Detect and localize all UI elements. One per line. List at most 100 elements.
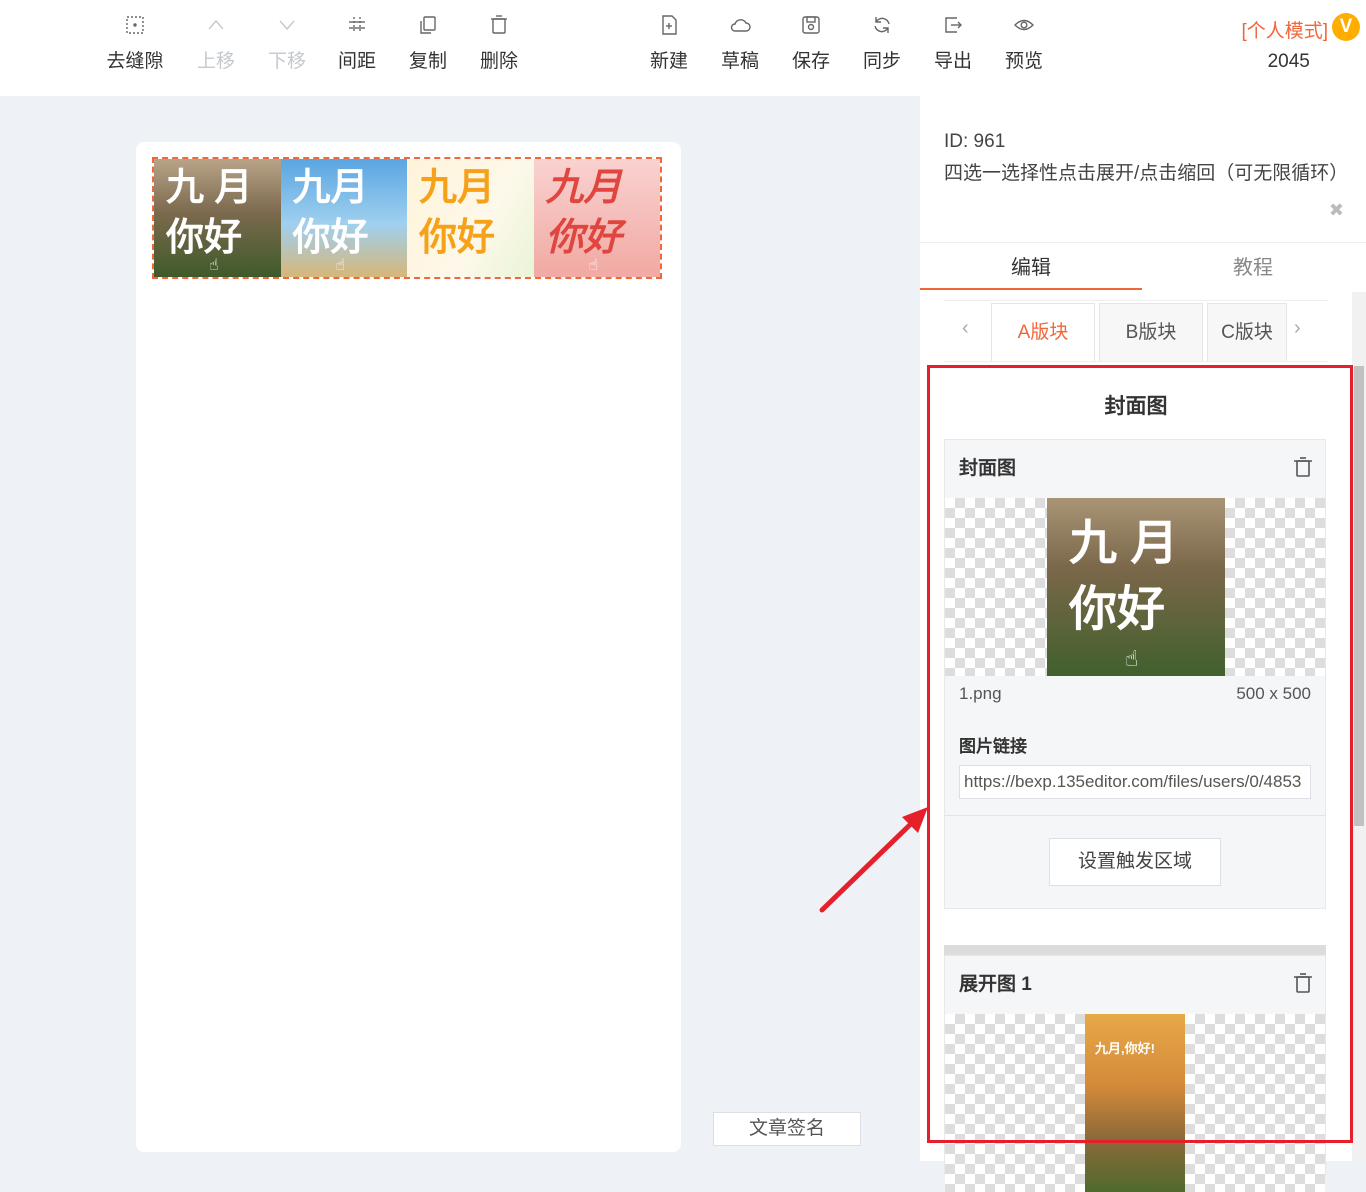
panel-scrollbar[interactable]	[1352, 292, 1366, 1161]
copy-button[interactable]: 复制	[393, 14, 463, 73]
tile-b-line1: 九月	[292, 167, 369, 209]
move-up-button[interactable]: 上移	[181, 14, 251, 73]
mode-indicator: [个人模式] V 2045	[1241, 13, 1360, 73]
scrollbar-thumb[interactable]	[1354, 366, 1364, 826]
preview-button[interactable]: 预览	[989, 14, 1059, 73]
editor-canvas[interactable]: 九 月 你好 ☝ 九月 你好 ☝ 九月 你好 九月 你好 ☝	[136, 142, 681, 1152]
cloud-icon	[729, 14, 751, 36]
expand-card: 展开图 1 九月,你好!	[944, 955, 1326, 1192]
chevron-down-icon	[276, 14, 298, 36]
save-icon	[800, 14, 822, 36]
hand-pointer-icon: ☝	[209, 257, 219, 274]
personal-mode-label: [个人模式]	[1241, 21, 1328, 42]
tab-edit[interactable]: 编辑	[920, 251, 1142, 280]
active-tab-underline	[920, 288, 1142, 290]
hand-pointer-icon: ☝	[1125, 646, 1139, 671]
vip-badge-icon: V	[1332, 13, 1360, 41]
image-link-input[interactable]: https://bexp.135editor.com/files/users/0…	[959, 765, 1311, 799]
new-label: 新建	[649, 51, 688, 72]
component-id: ID: 961	[944, 131, 1006, 152]
tile-b-line2: 你好	[292, 217, 369, 259]
tile-d[interactable]: 九月 你好 ☝	[533, 159, 660, 277]
top-toolbar: 去缝隙 上移 下移 间距 复制 删除 新建 草稿 保存 同步 导出 预览 [个人…	[0, 0, 1366, 96]
new-file-icon	[658, 14, 680, 36]
image-link-label: 图片链接	[959, 737, 1027, 756]
section-title: 封面图	[1104, 395, 1168, 418]
draft-label: 草稿	[720, 51, 759, 72]
spacing-icon	[346, 14, 368, 36]
spacing-label: 间距	[337, 51, 376, 72]
block-tabs: ‹ A版块 B版块 C版块 ›	[944, 300, 1328, 362]
cover-image-line1: 九 月	[1069, 517, 1179, 570]
delete-button[interactable]: 删除	[464, 14, 534, 73]
expand-image-text: 九月,你好!	[1095, 1041, 1155, 1056]
article-signature-button[interactable]: 文章签名	[713, 1112, 861, 1146]
cover-image-line2: 你好	[1069, 583, 1166, 636]
trash-icon[interactable]	[1293, 456, 1313, 478]
move-down-button[interactable]: 下移	[252, 14, 322, 73]
move-up-label: 上移	[196, 51, 235, 72]
tile-a-line1: 九 月	[166, 167, 253, 209]
image-meta: 1.png 500 x 500	[945, 676, 1325, 714]
hand-pointer-icon: ☝	[588, 257, 599, 274]
tile-c-line1: 九月	[419, 167, 496, 209]
chevron-left-icon[interactable]: ‹	[962, 317, 969, 340]
expand-image-preview[interactable]: 九月,你好!	[945, 1014, 1325, 1192]
draft-button[interactable]: 草稿	[705, 14, 775, 73]
settings-panel: ID: 961 四选一选择性点击展开/点击缩回（可无限循环） ✖ 编辑 教程 ‹…	[920, 96, 1366, 1192]
remove-gap-button[interactable]: 去缝隙	[100, 14, 170, 73]
save-button[interactable]: 保存	[776, 14, 846, 73]
expand-card-title: 展开图 1	[959, 974, 1032, 995]
component-description: 四选一选择性点击展开/点击缩回（可无限循环）	[944, 163, 1349, 184]
wrench-icon[interactable]: ✖	[1329, 194, 1344, 226]
sync-button[interactable]: 同步	[847, 14, 917, 73]
personal-mode-link[interactable]: [个人模式] V	[1241, 13, 1360, 42]
new-button[interactable]: 新建	[634, 14, 704, 73]
selected-component[interactable]: 九 月 你好 ☝ 九月 你好 ☝ 九月 你好 九月 你好 ☝	[152, 157, 662, 279]
export-label: 导出	[933, 51, 972, 72]
cover-image: 九 月 你好 ☝	[1047, 498, 1225, 676]
sync-label: 同步	[862, 51, 901, 72]
cover-card: 封面图 九 月 你好 ☝ 1.png 500 x 500 图片链接 https:…	[944, 439, 1326, 909]
mode-number: 2045	[1267, 51, 1310, 72]
eye-icon	[1013, 14, 1035, 36]
tile-a-line2: 你好	[166, 217, 243, 259]
subtab-a[interactable]: A版块	[991, 303, 1095, 361]
tile-b[interactable]: 九月 你好 ☝	[280, 159, 407, 277]
card-separator	[944, 945, 1326, 955]
copy-label: 复制	[408, 51, 447, 72]
preview-label: 预览	[1004, 51, 1043, 72]
tile-d-line1: 九月	[545, 167, 622, 209]
chevron-up-icon	[205, 14, 227, 36]
image-dimensions: 500 x 500	[1236, 684, 1311, 703]
trash-icon[interactable]	[1293, 972, 1313, 994]
subtab-c[interactable]: C版块	[1207, 303, 1287, 361]
cover-card-title: 封面图	[959, 458, 1017, 479]
image-filename: 1.png	[959, 684, 1002, 703]
spacing-button[interactable]: 间距	[322, 14, 392, 73]
hand-pointer-icon: ☝	[335, 257, 346, 274]
delete-label: 删除	[479, 51, 518, 72]
card-divider	[945, 815, 1325, 816]
save-label: 保存	[791, 51, 830, 72]
set-trigger-area-button[interactable]: 设置触发区域	[1049, 838, 1221, 886]
sync-icon	[871, 14, 893, 36]
tile-c[interactable]: 九月 你好	[407, 159, 534, 277]
cover-image-preview[interactable]: 九 月 你好 ☝	[945, 498, 1325, 676]
export-button[interactable]: 导出	[918, 14, 988, 73]
grid-dots-icon	[124, 14, 146, 36]
subtab-b[interactable]: B版块	[1099, 303, 1203, 361]
copy-icon	[417, 14, 439, 36]
tile-d-line2: 你好	[545, 217, 622, 259]
move-down-label: 下移	[267, 51, 306, 72]
tab-tutorial[interactable]: 教程	[1142, 251, 1364, 280]
chevron-right-icon[interactable]: ›	[1294, 317, 1301, 340]
trash-icon	[488, 14, 510, 36]
panel-tabs: 编辑 教程	[920, 242, 1366, 290]
component-info: ID: 961 四选一选择性点击展开/点击缩回（可无限循环） ✖	[920, 96, 1366, 238]
remove-gap-label: 去缝隙	[106, 51, 164, 72]
export-icon	[942, 14, 964, 36]
tile-a[interactable]: 九 月 你好 ☝	[154, 159, 281, 277]
tile-c-line2: 你好	[419, 217, 496, 259]
expand-image: 九月,你好!	[1085, 1014, 1185, 1192]
